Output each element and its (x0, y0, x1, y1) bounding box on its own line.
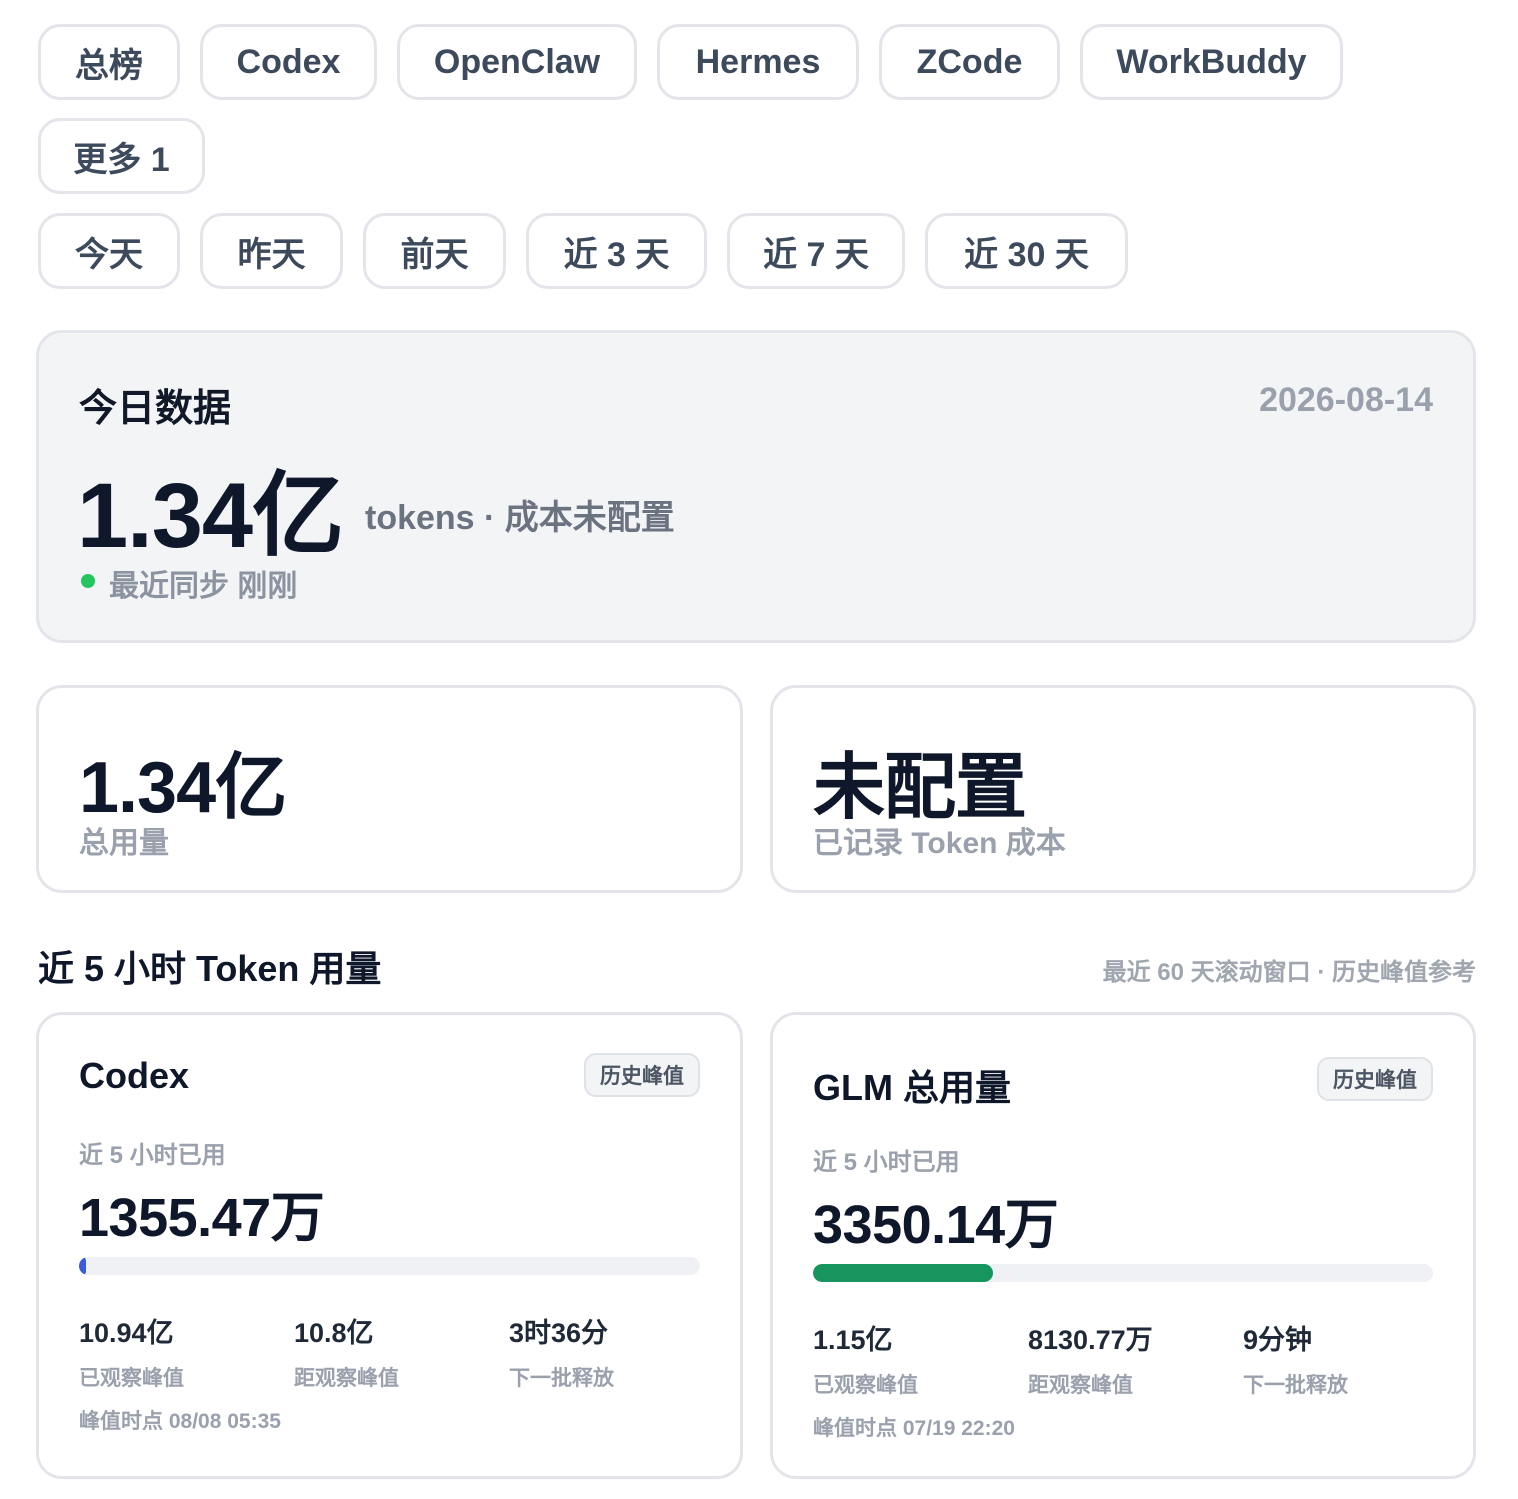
stat-label: 已观察峰值 (79, 1367, 184, 1390)
stat-value: 8130.77万 (1028, 1325, 1153, 1355)
stat-label: 距观察峰值 (294, 1367, 399, 1390)
stat-value: 9分钟 (1243, 1325, 1313, 1355)
history-peak-badge[interactable]: 历史峰值 (584, 1053, 700, 1097)
observed-peak-stat: 10.94亿 已观察峰值 (79, 1311, 294, 1392)
hero-unit-text: tokens · 成本未配置 (365, 499, 675, 537)
stat-value: 3时36分 (509, 1318, 609, 1348)
today-summary-card: 今日数据 2026-08-14 1.34亿 tokens · 成本未配置 最近同… (36, 330, 1476, 643)
meter-value: 1355.47万 (79, 1188, 325, 1248)
stat-value: 10.8亿 (294, 1318, 374, 1348)
meter-title: GLM 总用量 (813, 1067, 1011, 1108)
peak-time: 峰值时点 07/19 22:20 (813, 1417, 1015, 1440)
distance-to-peak-stat: 8130.77万 距观察峰值 (1028, 1318, 1243, 1399)
tab-workbuddy[interactable]: WorkBuddy (1080, 24, 1343, 100)
meter-card-glm: GLM 总用量 历史峰值 近 5 小时已用 3350.14万 1.15亿 已观察… (770, 1012, 1476, 1479)
meter-value: 3350.14万 (813, 1195, 1059, 1255)
tab-hermes[interactable]: Hermes (657, 24, 859, 100)
range-day-before[interactable]: 前天 (363, 213, 506, 289)
next-release-stat: 3时36分 下一批释放 (509, 1311, 724, 1392)
range-30-days[interactable]: 近 30 天 (925, 213, 1128, 289)
usage-progress-fill (813, 1264, 993, 1282)
tab-codex[interactable]: Codex (200, 24, 377, 100)
stat-label: 下一批释放 (1243, 1374, 1348, 1397)
section-title: 近 5 小时 Token 用量 (38, 948, 382, 989)
tab-zcode[interactable]: ZCode (879, 24, 1060, 100)
range-3-days[interactable]: 近 3 天 (526, 213, 707, 289)
history-peak-badge[interactable]: 历史峰值 (1317, 1057, 1433, 1101)
meter-title: Codex (79, 1055, 190, 1096)
hero-title: 今日数据 (79, 388, 232, 430)
token-cost-card: 未配置 已记录 Token 成本 (770, 685, 1476, 893)
stat-label: 下一批释放 (509, 1367, 614, 1390)
range-7-days[interactable]: 近 7 天 (727, 213, 905, 289)
tab-overall[interactable]: 总榜 (38, 24, 180, 100)
tab-openclaw[interactable]: OpenClaw (397, 24, 637, 100)
hero-total-value: 1.34亿 (77, 465, 344, 567)
range-yesterday[interactable]: 昨天 (200, 213, 343, 289)
range-today[interactable]: 今天 (38, 213, 180, 289)
stat-value: 1.15亿 (813, 1325, 893, 1355)
usage-progress-track (79, 1257, 700, 1275)
meter-subtitle: 近 5 小时已用 (813, 1149, 960, 1176)
total-usage-card: 1.34亿 总用量 (36, 685, 743, 893)
tab-more[interactable]: 更多 1 (38, 118, 205, 194)
stat-label: 距观察峰值 (1028, 1374, 1133, 1397)
observed-peak-stat: 1.15亿 已观察峰值 (813, 1318, 1028, 1399)
peak-time: 峰值时点 08/08 05:35 (79, 1410, 281, 1433)
stat-label: 已观察峰值 (813, 1374, 918, 1397)
distance-to-peak-stat: 10.8亿 距观察峰值 (294, 1311, 509, 1392)
sync-status-text: 最近同步 刚刚 (109, 570, 298, 603)
stat-value: 10.94亿 (79, 1318, 174, 1348)
meter-subtitle: 近 5 小时已用 (79, 1142, 226, 1169)
next-release-stat: 9分钟 下一批释放 (1243, 1318, 1458, 1399)
sync-status-dot (81, 574, 95, 588)
section-note: 最近 60 天滚动窗口 · 历史峰值参考 (1102, 959, 1476, 986)
total-usage-label: 总用量 (79, 827, 169, 860)
usage-progress-track (813, 1264, 1433, 1282)
hero-date: 2026-08-14 (1259, 381, 1433, 419)
usage-progress-fill (79, 1257, 87, 1275)
meter-card-codex: Codex 历史峰值 近 5 小时已用 1355.47万 10.94亿 已观察峰… (36, 1012, 743, 1479)
token-cost-label: 已记录 Token 成本 (813, 827, 1066, 860)
